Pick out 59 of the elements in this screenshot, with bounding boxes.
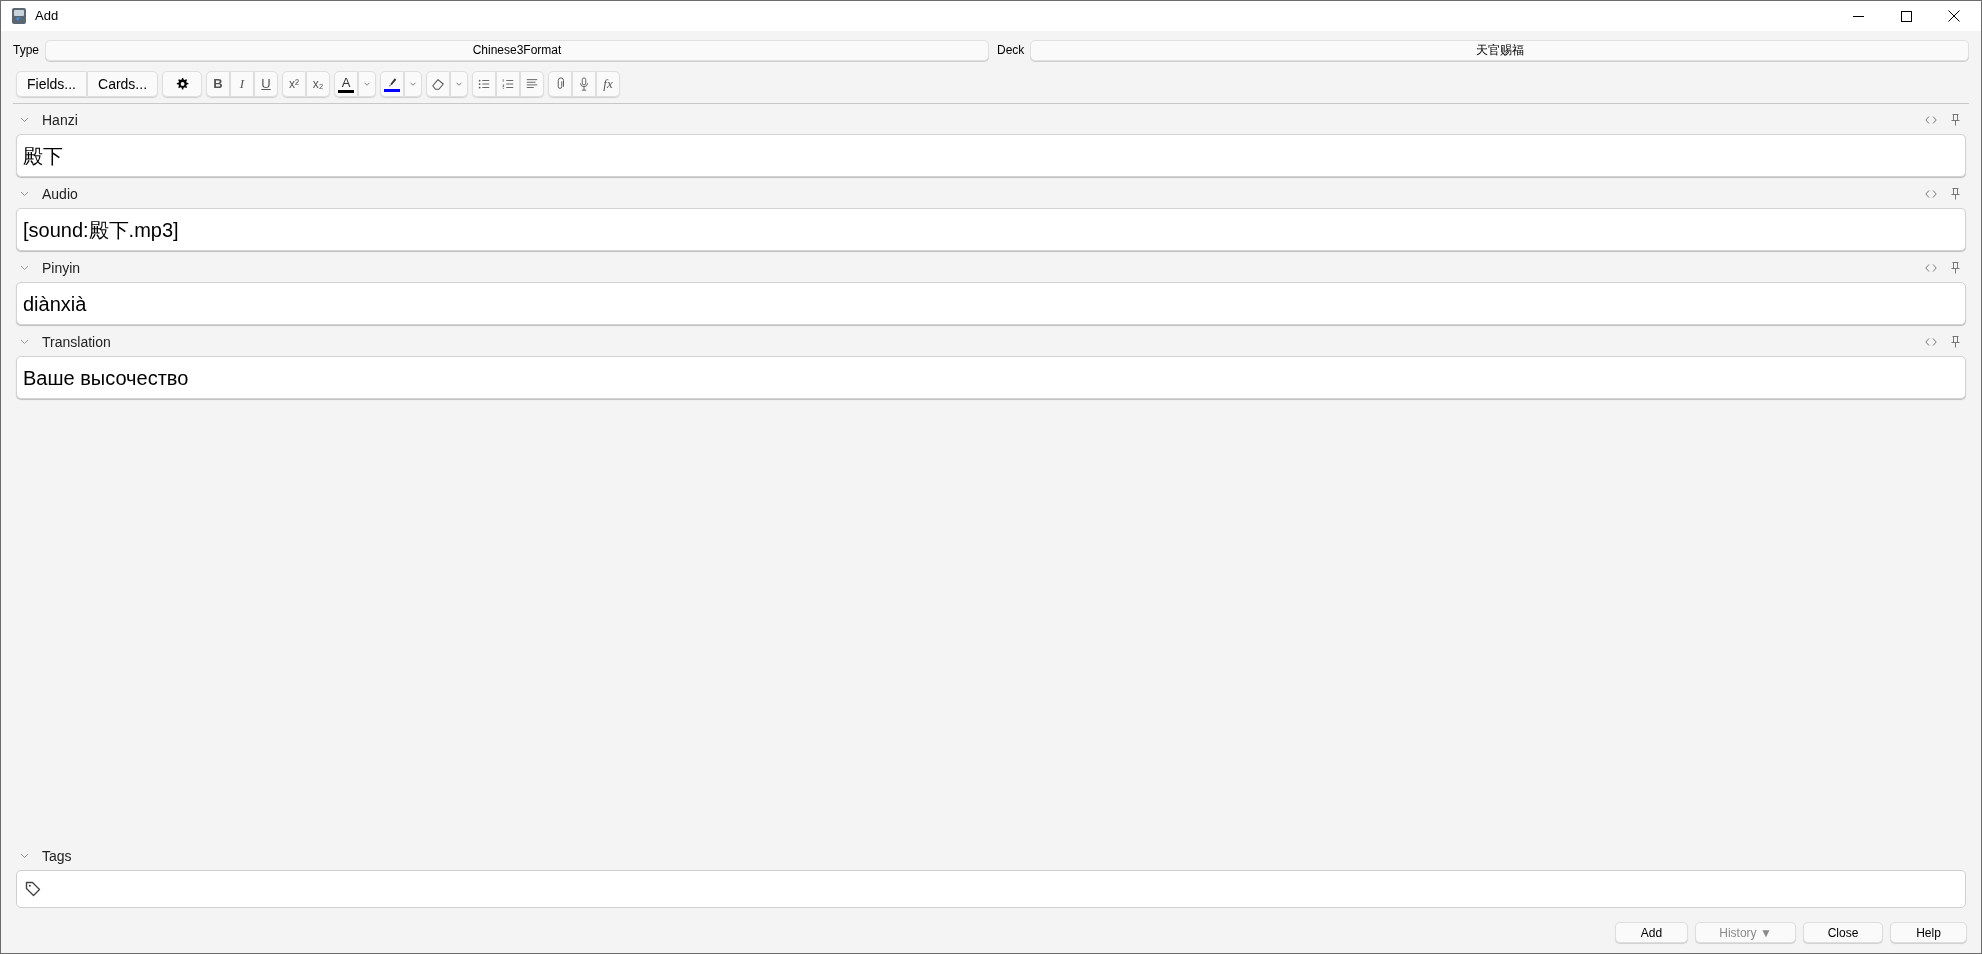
pin-icon[interactable]: [1951, 188, 1960, 200]
settings-button[interactable]: [162, 71, 203, 97]
bullet-list-icon: [477, 77, 492, 91]
tags-field[interactable]: [16, 870, 1966, 908]
field-label: Audio: [42, 184, 78, 204]
chevron-down-icon[interactable]: [20, 339, 29, 345]
tags-label: Tags: [42, 846, 72, 866]
align-button[interactable]: [520, 71, 545, 97]
pin-icon[interactable]: [1951, 114, 1960, 126]
type-label: Type: [13, 42, 39, 59]
field-label: Translation: [42, 332, 111, 352]
field-input[interactable]: diànxià: [16, 282, 1966, 325]
subscript-button[interactable]: x₂: [306, 71, 331, 97]
tag-icon: [25, 881, 41, 897]
field-input[interactable]: [sound:殿下.mp3]: [16, 208, 1966, 251]
field-input[interactable]: 殿下: [16, 134, 1966, 177]
maximize-icon: [1900, 10, 1912, 22]
fields-button[interactable]: Fields...: [16, 71, 87, 97]
field-input[interactable]: Ваше высочество: [16, 356, 1966, 399]
text-color-letter: A: [341, 75, 351, 89]
math-button[interactable]: fx: [596, 71, 621, 97]
attach-button[interactable]: [548, 71, 573, 97]
record-audio-button[interactable]: [572, 71, 597, 97]
chevron-down-icon[interactable]: [20, 191, 29, 197]
close-button[interactable]: Close: [1803, 922, 1883, 943]
chevron-down-icon[interactable]: [20, 853, 29, 859]
minimize-icon: [1852, 15, 1864, 17]
eraser-button[interactable]: [426, 71, 451, 97]
deck-label: Deck: [997, 42, 1025, 59]
window-title: Add: [35, 7, 59, 26]
bold-button[interactable]: B: [206, 71, 231, 97]
field-label: Hanzi: [42, 110, 78, 130]
underline-button[interactable]: U: [254, 71, 279, 97]
settings-icon: [175, 77, 190, 91]
html-editor-icon[interactable]: [1925, 190, 1937, 198]
add-button[interactable]: Add: [1615, 922, 1688, 943]
eraser-icon: [431, 77, 446, 91]
field-label: Pinyin: [42, 258, 81, 278]
help-button[interactable]: Help: [1890, 922, 1967, 943]
cards-button[interactable]: Cards...: [87, 71, 159, 97]
pin-icon[interactable]: [1951, 336, 1960, 348]
note-type-selector[interactable]: Chinese3Format: [45, 39, 989, 61]
align-left-icon: [525, 77, 540, 91]
numbered-list-button[interactable]: [496, 71, 521, 97]
italic-button[interactable]: I: [230, 71, 255, 97]
numbered-list-icon: [501, 77, 516, 91]
highlight-button[interactable]: [380, 71, 405, 97]
html-editor-icon[interactable]: [1925, 116, 1937, 124]
chevron-down-icon[interactable]: [20, 265, 29, 271]
html-editor-icon[interactable]: [1925, 338, 1937, 346]
bullet-list-button[interactable]: [472, 71, 497, 97]
close-icon: [1948, 10, 1960, 22]
text-color-button[interactable]: A: [334, 71, 359, 97]
superscript-button[interactable]: x²: [282, 71, 307, 97]
chevron-down-icon[interactable]: [20, 117, 29, 123]
deck-selector[interactable]: 天官赐福: [1030, 39, 1969, 61]
pin-icon[interactable]: [1951, 262, 1960, 274]
html-editor-icon[interactable]: [1925, 264, 1937, 272]
app-icon: [11, 7, 27, 25]
